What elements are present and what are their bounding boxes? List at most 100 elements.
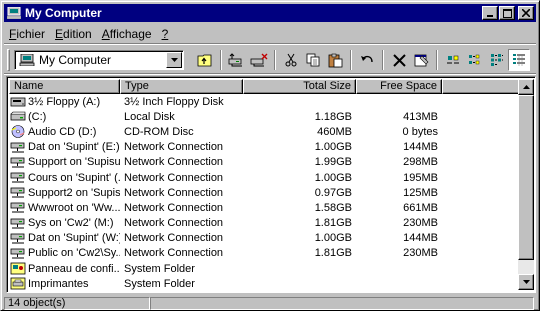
- toolbar-separator-line: [4, 73, 536, 75]
- cell-free-space: 144MB: [403, 232, 438, 245]
- maximize-button[interactable]: [499, 6, 515, 20]
- menu-label: ichier: [16, 26, 46, 41]
- title-bar[interactable]: My Computer: [4, 4, 536, 22]
- small-icons-view-icon: [469, 54, 480, 65]
- column-header-filler: [442, 79, 520, 94]
- item-name: Dat on 'Supint' (W:): [28, 232, 120, 245]
- cell-total-size: 1.81GB: [314, 217, 352, 230]
- menu-fichier[interactable]: Fichier: [4, 27, 50, 41]
- list-item[interactable]: Imprimantes System Folder: [9, 276, 442, 291]
- cell-free-space: 0 bytes: [402, 125, 438, 138]
- item-name: Support on 'Supisu...: [28, 156, 120, 169]
- item-name: 3½ Floppy (A:): [28, 95, 101, 108]
- undo-button[interactable]: [356, 49, 378, 71]
- list-rows: 3½ Floppy (A:) 3½ Inch Floppy Disk (C:) Loc…: [9, 94, 442, 291]
- disconnect-drive-button[interactable]: [248, 49, 270, 71]
- copy-button[interactable]: [302, 49, 324, 71]
- toolbar: My Computer: [4, 46, 536, 74]
- list-item[interactable]: Support on 'Supisu... Network Connection 1…: [9, 155, 442, 170]
- view-list-button[interactable]: [486, 49, 508, 71]
- menu-help[interactable]: ?: [157, 27, 174, 41]
- menu-bar: Fichier Edition Affichage ?: [4, 25, 173, 42]
- item-name: Panneau de confi...: [28, 262, 120, 275]
- map-network-drive-button[interactable]: [226, 49, 248, 71]
- paste-button[interactable]: [324, 49, 346, 71]
- cell-free-space: 298MB: [403, 156, 438, 169]
- cell-name: Sys on 'Cw2' (M:): [9, 217, 120, 230]
- file-list-view[interactable]: Name Type Total Size Free Space 3½ Flopp…: [6, 76, 536, 293]
- cell-total-size: 460MB: [317, 125, 352, 138]
- list-item[interactable]: Cours on 'Supint' (... Network Connection…: [9, 170, 442, 185]
- window-title: My Computer: [25, 6, 102, 20]
- scroll-up-button[interactable]: [518, 79, 534, 95]
- cut-button[interactable]: [280, 49, 302, 71]
- minimize-button[interactable]: [482, 6, 498, 20]
- combo-dropdown-button[interactable]: [166, 52, 182, 68]
- list-item[interactable]: Wwwroot on 'Ww... Network Connection 1.58G…: [9, 200, 442, 215]
- cell-type: Network Connection: [124, 171, 224, 184]
- vertical-scrollbar[interactable]: [518, 79, 534, 290]
- up-folder-button[interactable]: [194, 49, 216, 71]
- large-icons-view-icon: [447, 55, 459, 64]
- cell-name: Support on 'Supisu...: [9, 156, 120, 169]
- view-large-icons-button[interactable]: [442, 49, 464, 71]
- cell-type: System Folder: [124, 277, 195, 290]
- hard-disk-icon: [10, 110, 26, 123]
- cell-name: Audio CD (D:): [9, 125, 120, 139]
- list-header: Name Type Total Size Free Space: [9, 79, 520, 94]
- menu-accel: ?: [161, 26, 169, 41]
- cell-free-space: 230MB: [403, 217, 438, 230]
- computer-icon: [7, 7, 21, 19]
- minimize-icon: [487, 15, 493, 17]
- address-combo[interactable]: My Computer: [14, 50, 184, 70]
- list-item[interactable]: Dat on 'Supint' (W:) Network Connection 1.…: [9, 231, 442, 246]
- cell-total-size: 1.99GB: [314, 156, 352, 169]
- column-header-type[interactable]: Type: [120, 79, 243, 94]
- cell-total-size: 0.97GB: [314, 186, 352, 199]
- close-button[interactable]: [518, 6, 534, 20]
- toolbar-separator: [220, 50, 222, 70]
- cell-free-space: 661MB: [403, 201, 438, 214]
- chevron-up-icon: [522, 85, 530, 89]
- cd-rom-icon: [10, 125, 26, 139]
- item-name: Sys on 'Cw2' (M:): [28, 217, 114, 230]
- cell-total-size: 1.00GB: [314, 171, 352, 184]
- properties-button[interactable]: [410, 49, 432, 71]
- list-item[interactable]: Sys on 'Cw2' (M:) Network Connection 1.81G…: [9, 216, 442, 231]
- scroll-down-button[interactable]: [518, 274, 534, 290]
- list-item[interactable]: Support2 on 'Supis... Network Connection 0…: [9, 185, 442, 200]
- menu-label: dition: [63, 26, 92, 41]
- column-header-free-space[interactable]: Free Space: [356, 79, 442, 94]
- column-header-total-size[interactable]: Total Size: [243, 79, 356, 94]
- list-item[interactable]: Panneau de confi... System Folder: [9, 261, 442, 276]
- map-drive-icon: [228, 53, 242, 67]
- cell-free-space: 144MB: [403, 141, 438, 154]
- item-name: Support2 on 'Supis...: [28, 186, 120, 199]
- list-item[interactable]: (C:) Local Disk 1.18GB 413MB: [9, 109, 442, 124]
- cell-type: Network Connection: [124, 247, 224, 260]
- menu-edition[interactable]: Edition: [50, 27, 97, 41]
- menu-affichage[interactable]: Affichage: [97, 27, 157, 41]
- view-small-icons-button[interactable]: [464, 49, 486, 71]
- list-view-icon: [491, 54, 503, 66]
- list-item[interactable]: Dat on 'Supint' (E:) Network Connection 1.…: [9, 140, 442, 155]
- list-item[interactable]: Public on 'Cw2\Sy... Network Connection 1.…: [9, 246, 442, 261]
- list-item[interactable]: Audio CD (D:) CD-ROM Disc 460MB 0 bytes: [9, 124, 442, 139]
- toolbar-separator: [274, 50, 276, 70]
- item-name: Dat on 'Supint' (E:): [28, 141, 120, 154]
- item-name: Wwwroot on 'Ww...: [28, 201, 120, 214]
- cell-type: Network Connection: [124, 232, 224, 245]
- undo-icon: [361, 55, 373, 63]
- scrollbar-thumb[interactable]: [518, 95, 534, 260]
- list-item[interactable]: 3½ Floppy (A:) 3½ Inch Floppy Disk: [9, 94, 442, 109]
- view-details-button[interactable]: [508, 49, 530, 71]
- scissors-icon: [285, 53, 297, 67]
- cell-name: Wwwroot on 'Ww...: [9, 201, 120, 214]
- my-computer-window: My Computer Fichier Edition Affichage ? …: [0, 0, 540, 311]
- cell-free-space: 230MB: [403, 247, 438, 260]
- column-header-name[interactable]: Name: [9, 79, 120, 94]
- toolbar-grip[interactable]: [7, 49, 10, 71]
- delete-button[interactable]: [388, 49, 410, 71]
- menu-accel: A: [101, 26, 110, 41]
- cell-type: Network Connection: [124, 201, 224, 214]
